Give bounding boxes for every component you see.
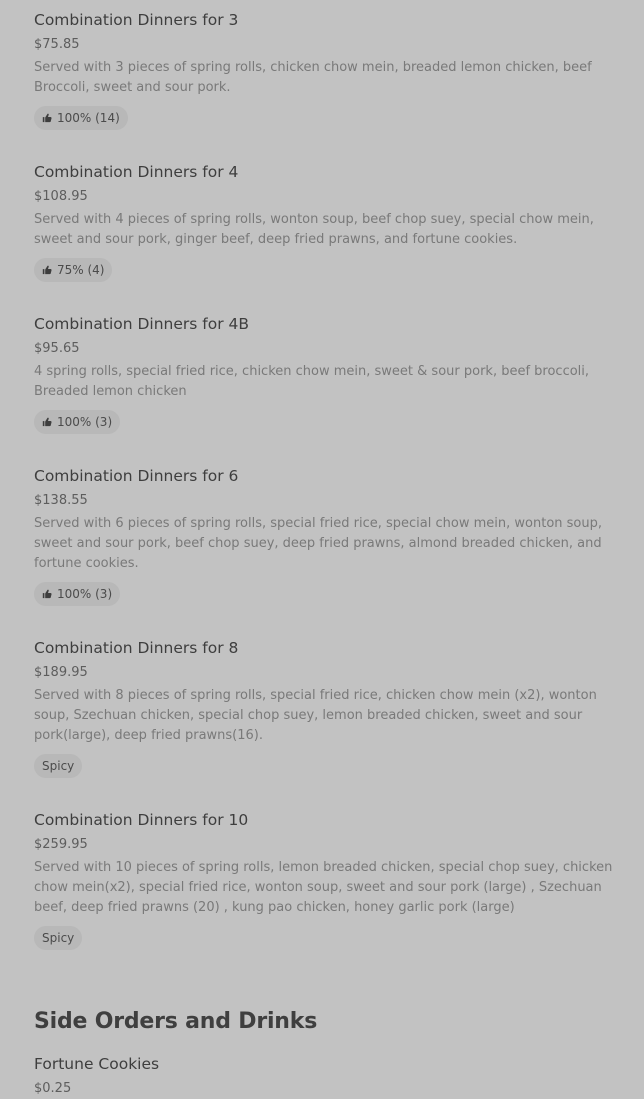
- item-price: $189.95: [34, 665, 88, 680]
- badge-row: 100% (3): [34, 410, 619, 434]
- item-description: Served with 3 pieces of spring rolls, ch…: [34, 60, 592, 95]
- item-price: $0.25: [34, 1081, 72, 1096]
- item-name: Combination Dinners for 4B: [34, 315, 250, 333]
- rating-text: 75% (4): [57, 263, 105, 277]
- item-name: Combination Dinners for 6: [34, 467, 239, 485]
- item-name: Combination Dinners for 4: [34, 163, 239, 181]
- item-price: $95.65: [34, 341, 80, 356]
- badge-row: 100% (14): [34, 106, 619, 130]
- thumbs-up-icon: [42, 417, 52, 427]
- rating-badge: 100% (3): [34, 582, 121, 606]
- spicy-badge: Spicy: [34, 926, 83, 950]
- item-description: Served with 8 pieces of spring rolls, sp…: [34, 688, 597, 743]
- menu-item-combination-dinners-for-4[interactable]: Combination Dinners for 4 $108.95 Served…: [34, 162, 619, 314]
- thumbs-up-icon: [42, 589, 52, 599]
- badge-row: Spicy: [34, 754, 619, 778]
- badge-row: 75% (4): [34, 258, 619, 282]
- thumbs-up-icon: [42, 265, 52, 275]
- menu-item-combination-dinners-for-3[interactable]: Combination Dinners for 3 $75.85 Served …: [34, 10, 619, 162]
- rating-text: 100% (3): [57, 587, 113, 601]
- item-name: Combination Dinners for 8: [34, 639, 239, 657]
- menu-item-combination-dinners-for-4b[interactable]: Combination Dinners for 4B $95.65 4 spri…: [34, 314, 619, 466]
- item-description: Served with 6 pieces of spring rolls, sp…: [34, 516, 602, 571]
- menu-page: Combination Dinners for 3 $75.85 Served …: [0, 0, 644, 1099]
- menu-item-combination-dinners-for-10[interactable]: Combination Dinners for 10 $259.95 Serve…: [34, 810, 619, 982]
- item-name: Fortune Cookies: [34, 1055, 160, 1073]
- item-description: Served with 10 pieces of spring rolls, l…: [34, 860, 613, 915]
- rating-text: 100% (14): [57, 111, 120, 125]
- combination-dinners-list: Combination Dinners for 3 $75.85 Served …: [34, 10, 619, 982]
- rating-badge: 75% (4): [34, 258, 113, 282]
- item-name: Combination Dinners for 3: [34, 11, 239, 29]
- rating-badge: 100% (3): [34, 410, 121, 434]
- rating-badge: 100% (14): [34, 106, 128, 130]
- item-price: $259.95: [34, 837, 88, 852]
- menu-item-combination-dinners-for-8[interactable]: Combination Dinners for 8 $189.95 Served…: [34, 638, 619, 810]
- section-title-side-orders-and-drinks: Side Orders and Drinks: [34, 1009, 318, 1034]
- item-description: Served with 4 pieces of spring rolls, wo…: [34, 212, 594, 247]
- badge-row: Spicy: [34, 926, 619, 950]
- menu-item-combination-dinners-for-6[interactable]: Combination Dinners for 6 $138.55 Served…: [34, 466, 619, 638]
- thumbs-up-icon: [42, 113, 52, 123]
- item-name: Combination Dinners for 10: [34, 811, 249, 829]
- item-price: $75.85: [34, 37, 80, 52]
- item-price: $108.95: [34, 189, 88, 204]
- item-price: $138.55: [34, 493, 88, 508]
- menu-item-fortune-cookies[interactable]: Fortune Cookies $0.25: [34, 1054, 619, 1098]
- rating-text: 100% (3): [57, 415, 113, 429]
- item-description: 4 spring rolls, special fried rice, chic…: [34, 364, 590, 399]
- spicy-badge: Spicy: [34, 754, 83, 778]
- badge-row: 100% (3): [34, 582, 619, 606]
